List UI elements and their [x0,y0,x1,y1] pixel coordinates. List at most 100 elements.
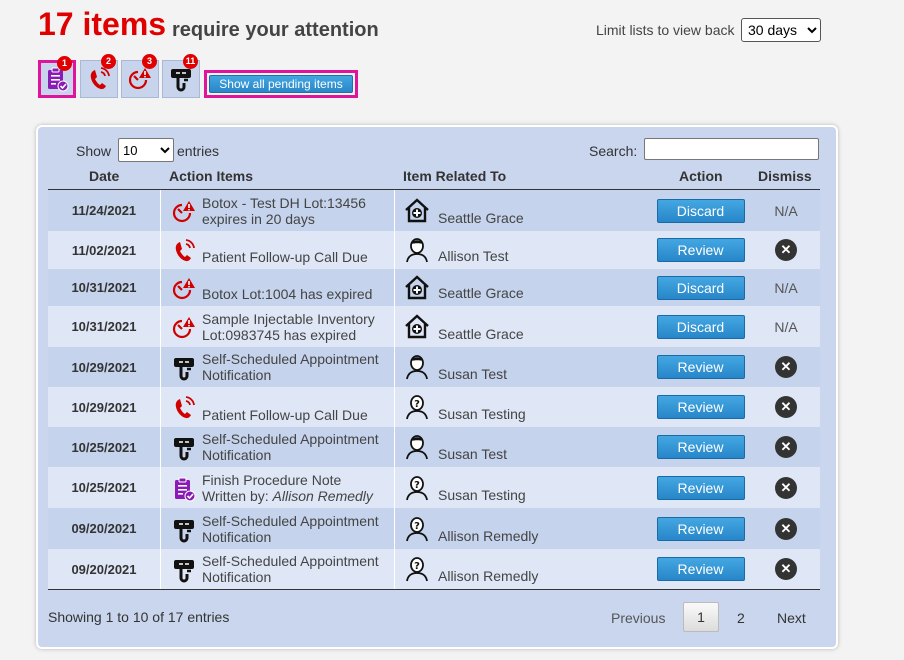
search-input[interactable] [644,138,819,160]
table-row: 10/29/2021 Patient Follow-up Call Due? Sus… [48,387,820,427]
action-item-cell[interactable]: Finish Procedure Note Written by: Allison… [160,467,395,508]
next-page-button[interactable]: Next [777,610,806,626]
related-to-cell[interactable]: ? Allison Remedly [394,508,649,549]
related-to-cell[interactable]: ? Susan Testing [394,387,649,427]
table-row: 10/31/2021 Sample Injectable Inventory Lot… [48,306,820,347]
filter-button-phone-call[interactable]: 2 [80,54,118,98]
action-cell: Review [649,549,752,589]
phone-call-icon [172,395,196,419]
search-label: Search: [589,143,638,159]
action-item-cell[interactable]: Self-Scheduled Appointment Notification [160,347,395,387]
show-all-pending-button[interactable]: Show all pending items [209,75,353,93]
action-item-text: Self-Scheduled Appointment Notification [202,513,390,545]
table-row: 10/25/2021 Finish Procedure Note Written b… [48,467,820,508]
related-to-cell[interactable]: Seattle Grace [394,306,649,347]
item-text-line2: Notification [202,569,272,585]
footer-divider [48,589,820,590]
action-item-cell[interactable]: Botox Lot:1004 has expired [160,269,395,306]
review-button[interactable]: Review [656,435,745,459]
clinic-icon [404,197,430,224]
column-header-date[interactable]: Date [89,168,119,184]
action-item-cell[interactable]: Self-Scheduled Appointment Notification [160,508,395,549]
review-button[interactable]: Review [656,516,745,541]
discard-button[interactable]: Discard [656,314,745,339]
page-1-button[interactable]: 1 [683,602,719,632]
item-text-line1: Self-Scheduled Appointment [202,513,379,529]
action-item-cell[interactable]: Self-Scheduled Appointment Notification [160,549,395,589]
review-button[interactable]: Review [656,238,745,262]
dismiss-cell: N/A [752,190,820,231]
dismiss-button[interactable]: ✕ [775,356,797,378]
related-to-cell[interactable]: ? Susan Testing [394,467,649,508]
dismiss-button[interactable]: ✕ [775,517,797,540]
filter-count-badge: 2 [101,54,116,69]
item-text-line2: Notification [202,447,272,463]
action-item-cell[interactable]: Patient Follow-up Call Due [160,231,395,269]
item-text-line2: Patient Follow-up Call Due [202,249,368,265]
action-item-text: Botox - Test DH Lot:13456 expires in 20 d… [202,195,390,227]
entries-label: entries [177,143,220,159]
row-date: 09/20/2021 [48,508,161,549]
close-icon: ✕ [780,242,792,257]
action-cell: Review [649,387,752,427]
related-to-cell[interactable]: Seattle Grace [394,190,649,231]
table-row: 11/02/2021 Patient Follow-up Call Due Alli… [48,231,820,269]
column-header-action-items[interactable]: Action Items [169,168,253,184]
dismiss-button[interactable]: ✕ [775,558,797,580]
column-header-related-to[interactable]: Item Related To [403,168,506,184]
unknown-person-icon: ? [404,556,430,582]
limit-days-select[interactable]: 30 days [741,18,821,42]
discard-button[interactable]: Discard [656,275,745,300]
entries-per-page-select[interactable]: 10 [118,138,174,162]
filter-count-badge: 1 [57,56,72,71]
item-count-heading: 17 items [38,6,167,42]
dismiss-cell: N/A [752,269,820,306]
unknown-person-icon: ? [404,394,430,420]
related-name: Seattle Grace [438,285,524,301]
action-cell: Review [649,231,752,269]
review-button[interactable]: Review [656,355,745,379]
dismiss-cell: ✕ [752,467,820,508]
inventory-alert-icon [172,199,196,223]
dismiss-cell: ✕ [752,231,820,269]
filter-button-self-schedule[interactable]: 11 [162,54,200,98]
close-icon: ✕ [780,439,792,454]
close-icon: ✕ [780,359,792,374]
related-to-cell[interactable]: Allison Test [394,231,649,269]
action-item-cell[interactable]: Self-Scheduled Appointment Notification [160,427,395,467]
dismiss-na: N/A [774,318,798,335]
review-button[interactable]: Review [656,557,745,581]
action-item-cell[interactable]: Sample Injectable Inventory Lot:0983745 h… [160,306,395,347]
related-to-cell[interactable]: Seattle Grace [394,269,649,306]
action-item-cell[interactable]: Botox - Test DH Lot:13456 expires in 20 d… [160,190,395,231]
related-to-cell[interactable]: Susan Test [394,347,649,387]
action-item-cell[interactable]: Patient Follow-up Call Due [160,387,395,427]
related-to-cell[interactable]: ? Allison Remedly [394,549,649,589]
filter-button-inventory-alert[interactable]: 3 [121,54,159,98]
page-2-button[interactable]: 2 [737,610,745,626]
action-cell: Discard [649,269,752,306]
review-button[interactable]: Review [656,395,745,419]
review-button[interactable]: Review [656,475,745,500]
dismiss-button[interactable]: ✕ [775,239,797,261]
self-schedule-icon [172,435,196,461]
previous-page-button[interactable]: Previous [611,610,665,626]
svg-text:?: ? [414,480,420,491]
column-header-dismiss[interactable]: Dismiss [758,168,812,184]
dismiss-cell: ✕ [752,549,820,589]
phone-call-icon [172,238,196,262]
dismiss-button[interactable]: ✕ [775,396,797,418]
table-row: 09/20/2021 Self-Scheduled Appointment Noti… [48,549,820,589]
row-date: 09/20/2021 [48,549,161,589]
dismiss-button[interactable]: ✕ [775,476,797,499]
related-name: Susan Test [438,446,508,462]
filter-button-procedure-note[interactable]: 1 [38,56,76,98]
discard-button[interactable]: Discard [656,198,745,223]
related-to-cell[interactable]: Susan Test [394,427,649,467]
dismiss-button[interactable]: ✕ [775,436,797,458]
related-name: Seattle Grace [438,210,524,226]
unknown-person-icon: ? [404,516,430,542]
dismiss-cell: ✕ [752,347,820,387]
dismiss-na: N/A [774,279,798,296]
column-header-action[interactable]: Action [679,168,723,184]
